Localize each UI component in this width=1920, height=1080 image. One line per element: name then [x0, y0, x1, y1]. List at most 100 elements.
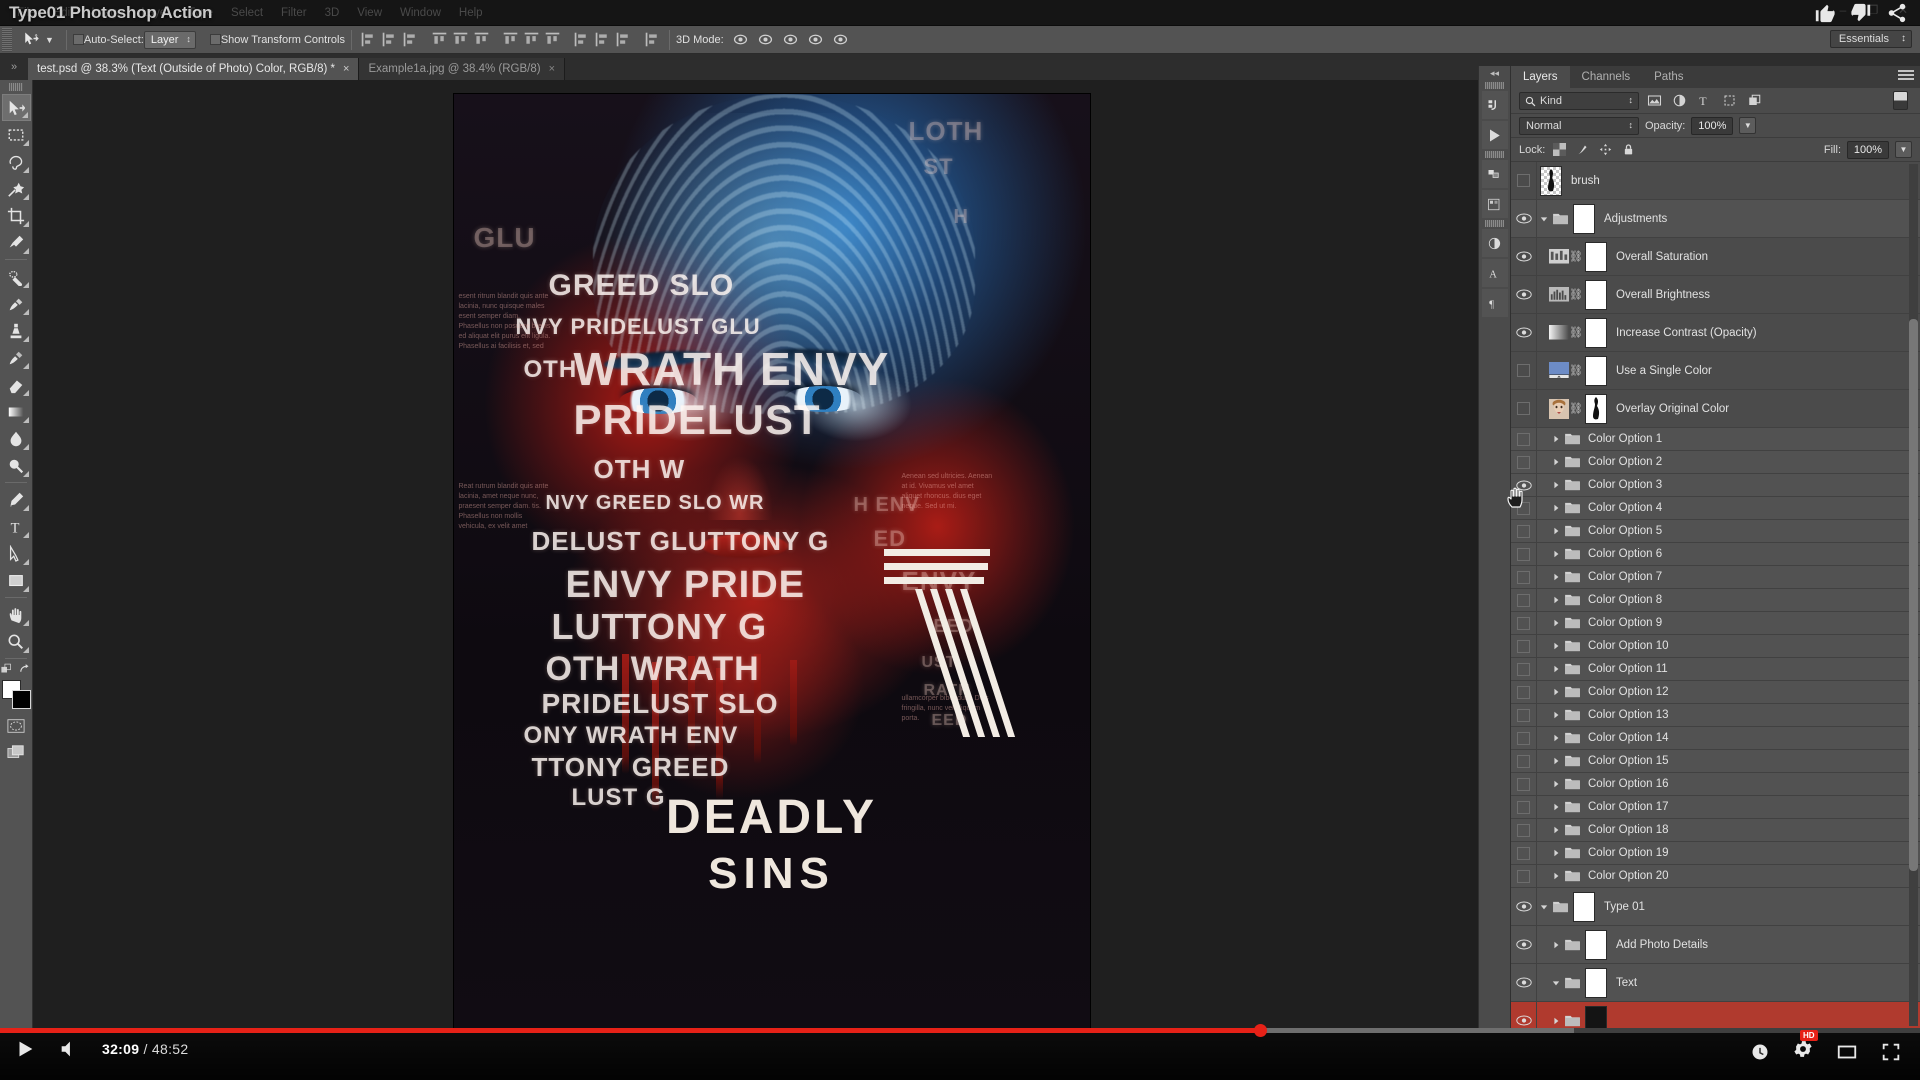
edit-toolbar-icon[interactable]: [0, 662, 14, 676]
dodge-tool[interactable]: [2, 452, 31, 479]
blend-mode-dropdown[interactable]: Normal: [1519, 116, 1639, 135]
layer-disclosure-triangle[interactable]: [1549, 527, 1562, 535]
layer-visibility-toggle[interactable]: [1511, 276, 1537, 313]
layers-scrollbar[interactable]: [1909, 164, 1918, 1026]
auto-select-checkbox[interactable]: [72, 34, 84, 45]
move-tool[interactable]: [1, 94, 31, 121]
dock-grip[interactable]: [1485, 151, 1504, 158]
layer-name[interactable]: Color Option 14: [1588, 732, 1669, 744]
pan-3d-object-icon[interactable]: [782, 31, 799, 48]
layer-disclosure-triangle[interactable]: [1549, 849, 1562, 857]
lock-all-icon[interactable]: [1620, 141, 1637, 158]
close-tab-icon[interactable]: ×: [343, 63, 349, 75]
layer-mask-link-icon[interactable]: ⛓: [1569, 364, 1583, 377]
zoom-tool[interactable]: [2, 628, 31, 655]
layer-disclosure-triangle[interactable]: [1537, 215, 1550, 223]
align-bottom-edges-icon[interactable]: [473, 31, 490, 48]
layer-mask-thumbnail[interactable]: [1585, 241, 1607, 272]
layer-visibility-toggle[interactable]: [1511, 200, 1537, 237]
layer-name[interactable]: Color Option 9: [1588, 617, 1662, 629]
thumbs-up-icon[interactable]: [1814, 2, 1836, 24]
spot-healing-brush-tool[interactable]: [2, 263, 31, 290]
distribute-horizontal-centers-icon[interactable]: [594, 31, 611, 48]
layer-mask-thumbnail[interactable]: [1585, 967, 1607, 998]
layer-name[interactable]: Color Option 13: [1588, 709, 1669, 721]
layer-name[interactable]: Color Option 19: [1588, 847, 1669, 859]
color-panel-icon[interactable]: [1481, 160, 1508, 188]
layer-name[interactable]: brush: [1571, 175, 1600, 187]
align-right-edges-icon[interactable]: [402, 31, 419, 48]
layer-row[interactable]: Color Option 14: [1511, 727, 1920, 750]
auto-select-dropdown[interactable]: Layer: [143, 30, 196, 49]
layer-row[interactable]: Color Option 16: [1511, 773, 1920, 796]
watch-later-button[interactable]: [1750, 1042, 1770, 1062]
layer-mask-thumbnail[interactable]: [1585, 393, 1607, 424]
dock-grip[interactable]: [1485, 220, 1504, 227]
layer-name[interactable]: Color Option 15: [1588, 755, 1669, 767]
brush-tool[interactable]: [2, 290, 31, 317]
layer-visibility-toggle[interactable]: [1511, 635, 1537, 657]
type-filter-icon[interactable]: T: [1695, 91, 1714, 110]
collapse-panels-icon[interactable]: ◂◂: [1479, 66, 1510, 80]
options-bar-grip[interactable]: [2, 27, 12, 52]
layer-row[interactable]: ⛓ Increase Contrast (Opacity): [1511, 314, 1920, 352]
layer-name[interactable]: Type 01: [1604, 901, 1645, 913]
blur-tool[interactable]: [2, 425, 31, 452]
tools-panel-grip[interactable]: [9, 83, 23, 91]
layer-row[interactable]: Color Option 20: [1511, 865, 1920, 888]
layer-visibility-toggle[interactable]: [1511, 566, 1537, 588]
history-brush-tool[interactable]: [2, 344, 31, 371]
shape-filter-icon[interactable]: [1720, 91, 1739, 110]
close-tab-icon[interactable]: ×: [549, 63, 555, 75]
layer-name[interactable]: Color Option 4: [1588, 502, 1662, 514]
swatches-panel-icon[interactable]: [1481, 190, 1508, 218]
layer-visibility-toggle[interactable]: [1511, 314, 1537, 351]
layer-name[interactable]: Overall Saturation: [1616, 251, 1708, 263]
lock-image-pixels-icon[interactable]: [1574, 141, 1591, 158]
lasso-tool[interactable]: [2, 148, 31, 175]
layer-name[interactable]: Color Option 12: [1588, 686, 1669, 698]
layer-name[interactable]: Increase Contrast (Opacity): [1616, 327, 1757, 339]
layer-mask-thumbnail[interactable]: [1585, 929, 1607, 960]
progress-scrubber-handle[interactable]: [1253, 1024, 1267, 1037]
layer-row[interactable]: Text: [1511, 964, 1920, 1002]
layer-row-selected[interactable]: [1511, 1002, 1920, 1028]
layer-visibility-toggle[interactable]: [1511, 865, 1537, 887]
layer-row[interactable]: Color Option 6: [1511, 543, 1920, 566]
layer-row[interactable]: Color Option 1: [1511, 428, 1920, 451]
layer-visibility-toggle[interactable]: [1511, 704, 1537, 726]
layer-name[interactable]: Text: [1616, 977, 1637, 989]
layer-adjustment-thumbnail[interactable]: [1549, 287, 1569, 303]
filter-toggle-switch[interactable]: [1893, 91, 1908, 110]
layer-row[interactable]: Adjustments: [1511, 200, 1920, 238]
layer-name[interactable]: Overall Brightness: [1616, 289, 1710, 301]
hand-tool[interactable]: [2, 601, 31, 628]
layer-name[interactable]: Color Option 17: [1588, 801, 1669, 813]
layer-visibility-toggle[interactable]: [1511, 162, 1537, 199]
progress-bar[interactable]: [0, 1024, 1920, 1037]
layer-disclosure-triangle[interactable]: [1549, 573, 1562, 581]
workspace-selector[interactable]: Essentials: [1829, 30, 1912, 48]
theater-mode-button[interactable]: [1836, 1041, 1858, 1063]
panel-menu-icon[interactable]: [1898, 70, 1914, 84]
layer-mask-thumbnail[interactable]: [1585, 317, 1607, 348]
layer-adjustment-thumbnail[interactable]: [1549, 362, 1569, 379]
layer-disclosure-triangle[interactable]: [1549, 504, 1562, 512]
fill-value[interactable]: 100%: [1847, 140, 1889, 159]
slide-3d-object-icon[interactable]: [807, 31, 824, 48]
layer-mask-link-icon[interactable]: ⛓: [1569, 402, 1583, 415]
layer-mask-thumbnail[interactable]: [1585, 279, 1607, 310]
dock-grip[interactable]: [1485, 82, 1504, 89]
layer-disclosure-triangle[interactable]: [1549, 481, 1562, 489]
layer-adjustment-thumbnail[interactable]: [1549, 398, 1569, 419]
layer-visibility-toggle[interactable]: [1511, 842, 1537, 864]
layer-row[interactable]: Color Option 4: [1511, 497, 1920, 520]
layer-visibility-toggle[interactable]: [1511, 428, 1537, 450]
distribute-right-edges-icon[interactable]: [615, 31, 632, 48]
layer-disclosure-triangle[interactable]: [1549, 619, 1562, 627]
swap-colors-icon[interactable]: [18, 662, 32, 676]
expand-panel-arrows-icon[interactable]: »: [0, 54, 28, 80]
opacity-slider-arrow[interactable]: ▼: [1739, 117, 1757, 134]
layer-visibility-toggle[interactable]: [1511, 926, 1537, 963]
distribute-vertical-centers-icon[interactable]: [523, 31, 540, 48]
